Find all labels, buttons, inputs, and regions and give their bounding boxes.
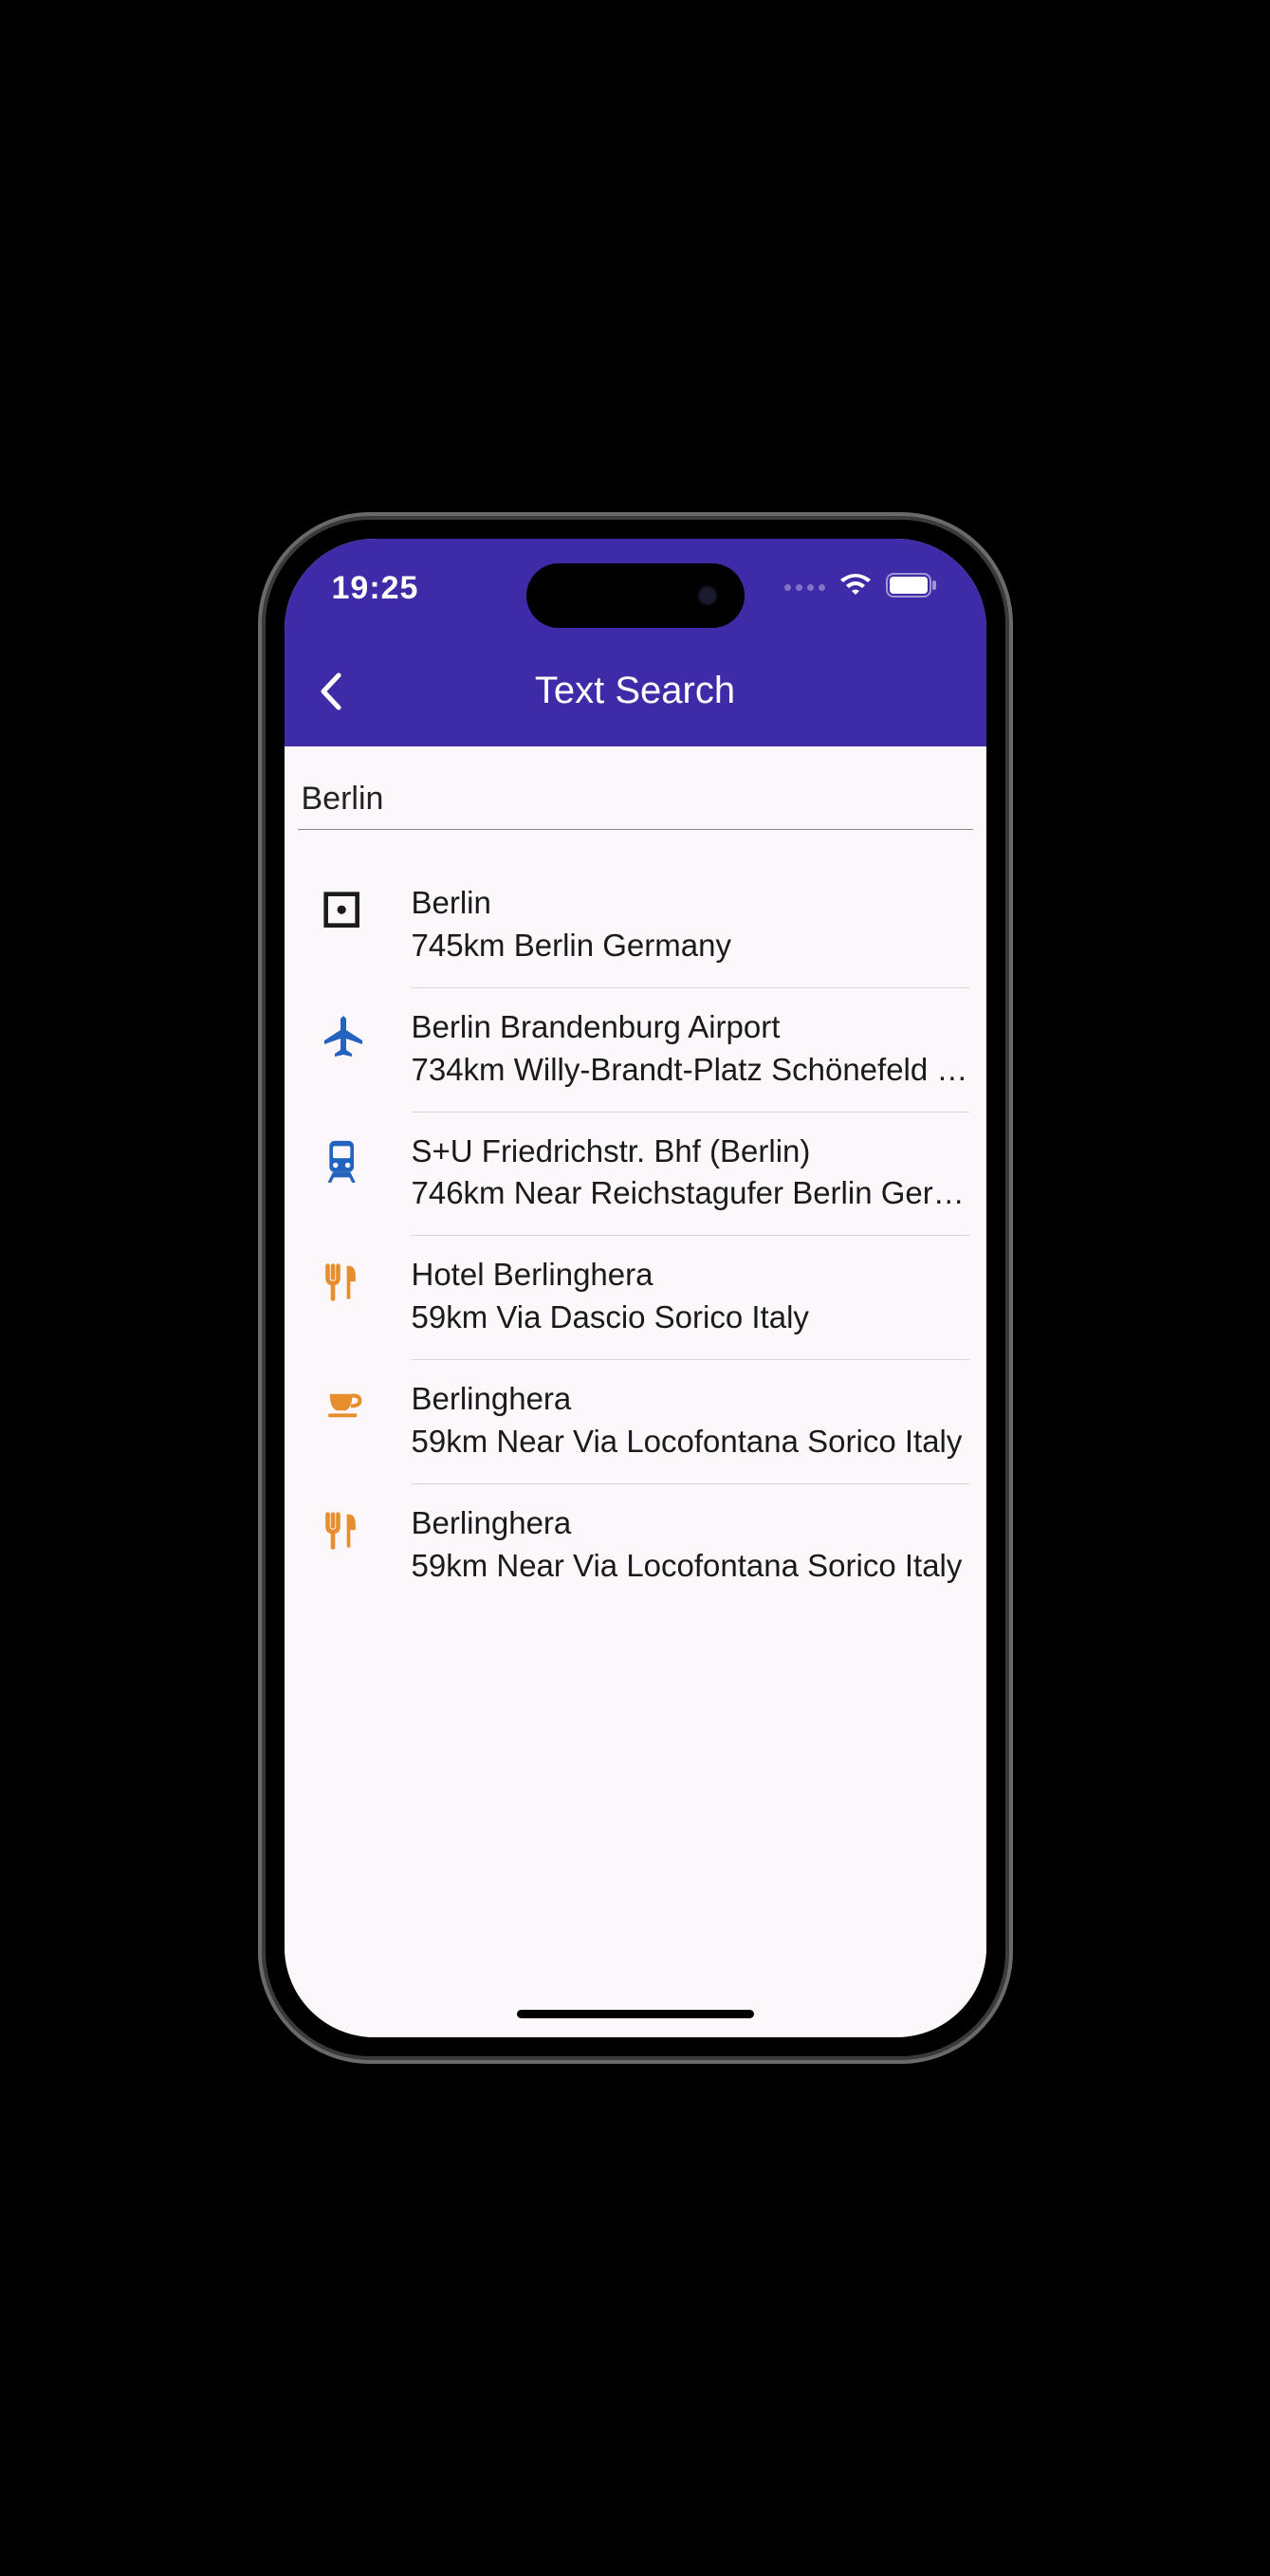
result-row[interactable]: Berlin Brandenburg Airport734km Willy-Br… (285, 988, 986, 1112)
result-content: Berlinghera59km Near Via Locofontana Sor… (412, 1503, 969, 1587)
status-right (784, 570, 939, 603)
search-input-wrapper (285, 775, 986, 830)
back-button[interactable] (311, 672, 349, 710)
wifi-icon (838, 572, 873, 603)
restaurant-icon (317, 1505, 370, 1558)
result-content: Berlin745km Berlin Germany (412, 883, 969, 966)
result-row[interactable]: Berlinghera59km Near Via Locofontana Sor… (285, 1484, 986, 1608)
result-subtitle: 734km Willy-Brandt-Platz Schönefeld G… (412, 1050, 969, 1091)
result-subtitle: 59km Near Via Locofontana Sorico Italy (412, 1422, 969, 1463)
result-content: Berlinghera59km Near Via Locofontana Sor… (412, 1379, 969, 1463)
cafe-icon (317, 1381, 370, 1434)
chevron-left-icon (318, 672, 342, 711)
result-subtitle: 745km Berlin Germany (412, 926, 969, 966)
cellular-dots-icon (784, 584, 825, 591)
phone-screen: 19:25 Text Search (285, 539, 986, 2037)
result-row[interactable]: Berlin745km Berlin Germany (285, 864, 986, 987)
phone-frame: 19:25 Text Search (266, 520, 1005, 2056)
result-title: Berlin (412, 883, 969, 924)
result-row[interactable]: Hotel Berlinghera59km Via Dascio Sorico … (285, 1236, 986, 1359)
airport-icon (317, 1009, 370, 1062)
result-subtitle: 746km Near Reichstagufer Berlin Germa… (412, 1173, 969, 1214)
result-title: S+U Friedrichstr. Bhf (Berlin) (412, 1132, 969, 1172)
result-content: Hotel Berlinghera59km Via Dascio Sorico … (412, 1255, 969, 1338)
results-list: Berlin745km Berlin Germany Berlin Branden… (285, 830, 986, 1608)
train-icon (317, 1133, 370, 1187)
home-indicator (517, 2010, 754, 2018)
result-title: Berlinghera (412, 1379, 969, 1420)
result-content: S+U Friedrichstr. Bhf (Berlin)746km Near… (412, 1132, 969, 1215)
content-area: Berlin745km Berlin Germany Berlin Branden… (285, 746, 986, 2037)
place-icon (317, 885, 370, 938)
result-title: Berlin Brandenburg Airport (412, 1007, 969, 1048)
result-content: Berlin Brandenburg Airport734km Willy-Br… (412, 1007, 969, 1091)
result-title: Berlinghera (412, 1503, 969, 1544)
page-title: Text Search (311, 670, 960, 712)
nav-bar: Text Search (285, 653, 986, 746)
battery-icon (886, 573, 939, 602)
result-row[interactable]: S+U Friedrichstr. Bhf (Berlin)746km Near… (285, 1113, 986, 1236)
result-subtitle: 59km Near Via Locofontana Sorico Italy (412, 1546, 969, 1587)
result-row[interactable]: Berlinghera59km Near Via Locofontana Sor… (285, 1360, 986, 1483)
search-input[interactable] (298, 775, 973, 830)
status-time: 19:25 (332, 570, 419, 607)
result-title: Hotel Berlinghera (412, 1255, 969, 1296)
dynamic-island (526, 563, 745, 628)
restaurant-icon (317, 1257, 370, 1310)
result-subtitle: 59km Via Dascio Sorico Italy (412, 1297, 969, 1338)
